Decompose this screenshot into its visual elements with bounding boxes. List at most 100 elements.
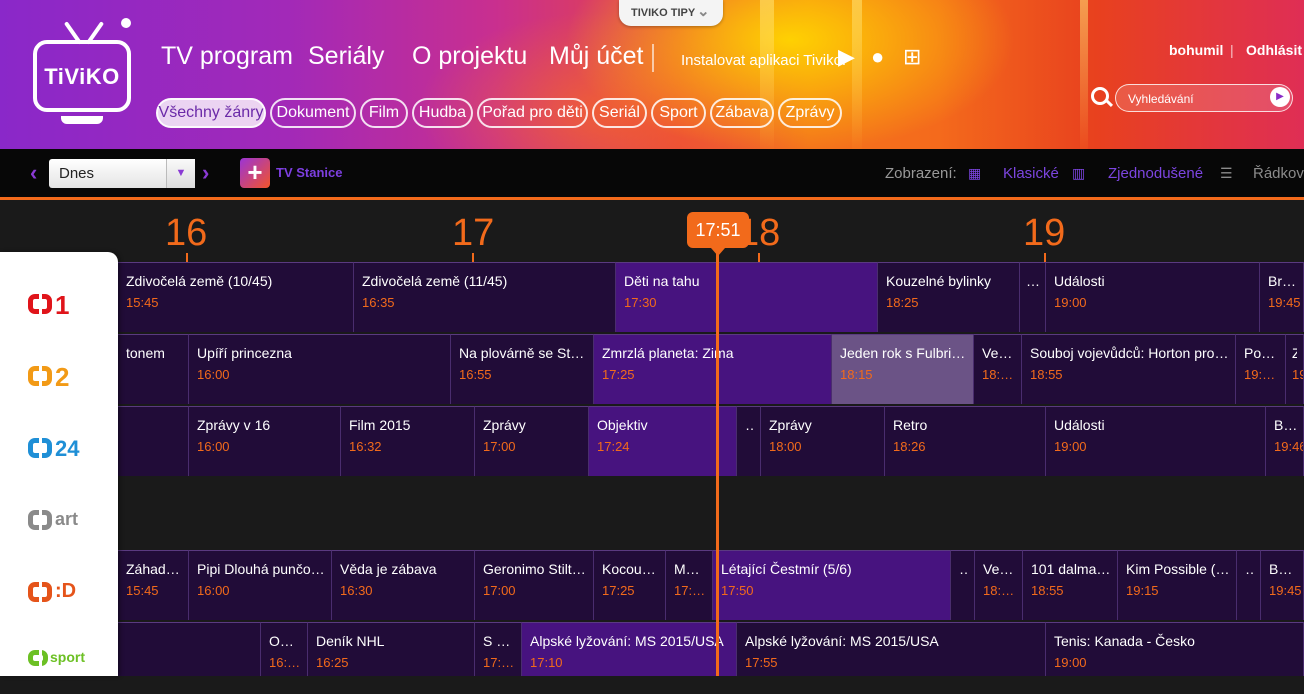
program-cell[interactable]: Zprávy 17:00: [475, 406, 589, 476]
view-simplified[interactable]: Zjednodušené: [1108, 165, 1203, 182]
channel-logo-ctd[interactable]: :D: [0, 550, 118, 622]
search-submit-icon[interactable]: ▶: [1270, 87, 1290, 107]
program-cell[interactable]: Na plovárně se Stev… 16:55: [451, 334, 594, 404]
program-title: Zprávy: [483, 417, 526, 433]
program-cell[interactable]: Kocour … 17:25: [594, 550, 666, 620]
tiviko-tips-toggle[interactable]: TIVIKO TIPY ⌄: [619, 0, 723, 26]
nav-tv-program[interactable]: TV program: [161, 42, 293, 71]
program-cell[interactable]: Mé… 17:…: [666, 550, 713, 620]
program-cell[interactable]: Zp… 19:…: [1286, 334, 1304, 404]
day-select[interactable]: Dnes ▼: [49, 159, 195, 188]
genre-serial[interactable]: Seriál: [592, 98, 647, 128]
channel-logo-ctart[interactable]: art: [0, 478, 118, 550]
program-time: 16:25: [316, 655, 349, 670]
program-cell[interactable]: Souboj vojevůdců: Horton proti … 18:55: [1022, 334, 1236, 404]
program-time: 18:55: [1031, 583, 1064, 598]
program-cell[interactable]: Več… 18:…: [974, 334, 1022, 404]
program-time: 19:00: [1054, 295, 1087, 310]
program-cell[interactable]: Upíří princezna 16:00: [189, 334, 451, 404]
program-cell[interactable]: Záhada … 15:45: [118, 550, 189, 620]
program-cell[interactable]: Zprávy 18:00: [761, 406, 885, 476]
program-cell[interactable]: Události 19:00: [1046, 406, 1266, 476]
program-cell[interactable]: Věda je zábava 16:30: [332, 550, 475, 620]
program-cell-current[interactable]: Zmrzlá planeta: Zima 17:25: [594, 334, 832, 404]
program-cell[interactable]: Pipi Dlouhá punčoc… 16:00: [189, 550, 332, 620]
logout-link[interactable]: Odhlásit: [1246, 42, 1302, 58]
program-cell[interactable]: [118, 406, 189, 476]
program-cell[interactable]: Geronimo Stilto… 17:00: [475, 550, 594, 620]
channel-mark: 24: [55, 436, 80, 461]
program-cell[interactable]: Zdivočelá země (11/45) 16:35: [354, 262, 616, 332]
install-app-label: Instalovat aplikaci Tiviko:: [681, 52, 847, 69]
genre-zpravy[interactable]: Zprávy: [778, 98, 842, 128]
nav-muj-ucet[interactable]: Můj účet: [549, 42, 643, 71]
genre-porad-pro-deti[interactable]: Pořad pro děti: [477, 98, 588, 128]
tv-stations-link[interactable]: TV Stanice: [276, 165, 342, 180]
program-time: 17:24: [597, 439, 630, 454]
search-icon: [1091, 87, 1109, 105]
program-cell[interactable]: Brank… 19:46: [1266, 406, 1304, 476]
program-title: tonem: [126, 345, 165, 361]
channel-logo-ctsport[interactable]: sport: [0, 622, 118, 694]
program-cell[interactable]: Film 2015 16:32: [341, 406, 475, 476]
program-cell[interactable]: Zdivočelá země (10/45) 15:45: [118, 262, 354, 332]
next-day-icon[interactable]: ›: [202, 160, 209, 186]
program-cell[interactable]: Bob a … 19:45: [1261, 550, 1304, 620]
program-cell-highlighted[interactable]: Jeden rok s Fulbrigh… 18:15: [832, 334, 974, 404]
tiviko-logo[interactable]: TiViKO: [33, 18, 131, 124]
simplified-view-icon[interactable]: ▥: [1072, 164, 1090, 182]
channel-row-ctd: Záhada … 15:45 Pipi Dlouhá punčoc… 16:00 V…: [0, 550, 1304, 622]
program-cell[interactable]: [118, 622, 261, 676]
logo-stand: [61, 116, 103, 124]
add-stations-button[interactable]: +: [240, 158, 270, 188]
program-cell[interactable]: …: [1020, 262, 1046, 332]
program-cell[interactable]: Alpské lyžování: MS 2015/USA 17:55: [737, 622, 1046, 676]
program-cell-current[interactable]: Létající Čestmír (5/6) 17:50: [713, 550, 951, 620]
program-cell[interactable]: Več… 18:…: [975, 550, 1023, 620]
channel-logo-ct2[interactable]: 2: [0, 334, 118, 406]
program-title: Mé…: [674, 561, 706, 577]
nav-serialy[interactable]: Seriály: [308, 42, 384, 71]
genre-zabava[interactable]: Zábava: [710, 98, 774, 128]
nav-o-projektu[interactable]: O projektu: [412, 42, 527, 71]
program-cell[interactable]: Retro 18:26: [885, 406, 1046, 476]
windows-icon[interactable]: ⊞: [903, 44, 921, 70]
program-cell-current[interactable]: Objektiv 17:24: [589, 406, 737, 476]
program-cell[interactable]: Události 19:00: [1046, 262, 1260, 332]
program-cell[interactable]: Tenis: Kanada - Česko 19:00: [1046, 622, 1304, 676]
row-view-icon[interactable]: ☰: [1220, 164, 1238, 182]
program-cell-current[interactable]: Alpské lyžování: MS 2015/USA 17:10: [522, 622, 737, 676]
channel-logo-ct24[interactable]: 24: [0, 406, 118, 478]
channel-logo-ct1[interactable]: 1: [0, 262, 118, 334]
program-title: Brank…: [1274, 417, 1297, 433]
program-cell[interactable]: …: [1237, 550, 1261, 620]
program-cell[interactable]: Zprávy v 16 16:00: [189, 406, 341, 476]
genre-hudba[interactable]: Hudba: [412, 98, 473, 128]
grid-view-icon[interactable]: ▦: [968, 164, 986, 182]
prev-day-icon[interactable]: ‹: [30, 160, 37, 186]
genre-sport[interactable]: Sport: [651, 98, 706, 128]
program-cell[interactable]: Pos… 19:…: [1236, 334, 1286, 404]
program-cell[interactable]: Deník NHL 16:25: [308, 622, 475, 676]
view-rows[interactable]: Řádkové: [1253, 165, 1304, 182]
genre-all[interactable]: Všechny žánry: [156, 98, 266, 128]
program-cell[interactable]: Ob… 16:…: [261, 622, 308, 676]
channel-row-ct1: Zdivočelá země (10/45) 15:45 Zdivočelá ze…: [0, 262, 1304, 334]
program-cell[interactable]: 101 dalmati… 18:55: [1023, 550, 1118, 620]
program-cell[interactable]: …: [737, 406, 761, 476]
program-cell[interactable]: Kouzelné bylinky 18:25: [878, 262, 1020, 332]
google-play-icon[interactable]: ▶: [838, 44, 855, 70]
apple-icon[interactable]: ●: [871, 44, 884, 70]
program-cell[interactable]: …: [951, 550, 975, 620]
nav-divider: [652, 44, 654, 72]
program-cell[interactable]: Bran… 19:45: [1260, 262, 1304, 332]
user-name-link[interactable]: bohumil: [1169, 42, 1223, 58]
program-cell[interactable]: S Č… 17:…: [475, 622, 522, 676]
program-cell[interactable]: Kim Possible (8… 19:15: [1118, 550, 1237, 620]
program-cell[interactable]: tonem: [118, 334, 189, 404]
genre-dokument[interactable]: Dokument: [270, 98, 356, 128]
view-classic[interactable]: Klasické: [1003, 165, 1059, 182]
genre-film[interactable]: Film: [360, 98, 408, 128]
program-title: Retro: [893, 417, 928, 433]
program-cell-current[interactable]: Děti na tahu 17:30: [616, 262, 878, 332]
